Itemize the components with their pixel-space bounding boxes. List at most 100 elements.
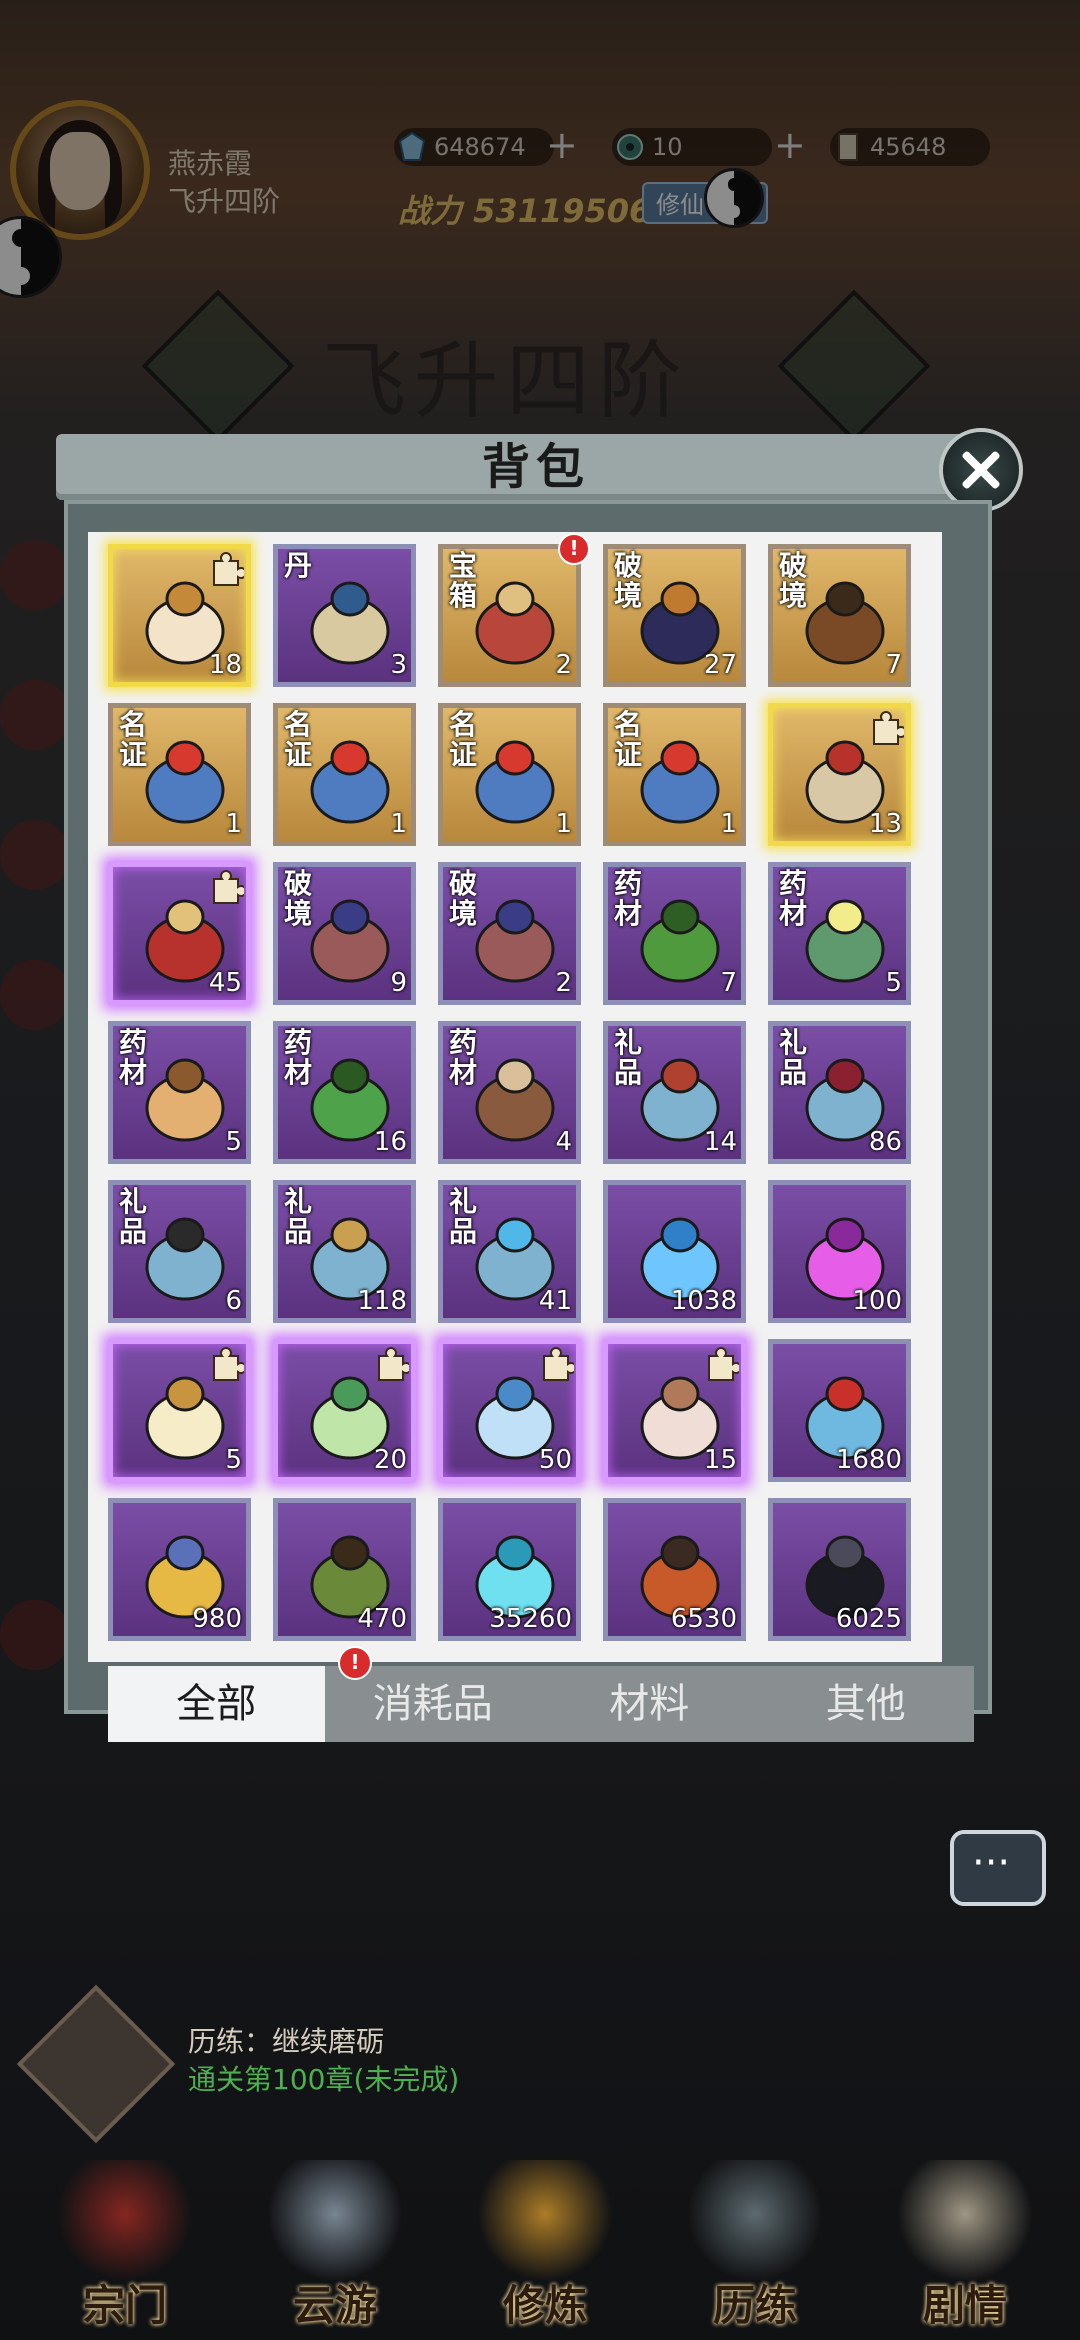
puzzle-piece-icon (708, 1347, 739, 1381)
mountain-travel-icon (265, 2160, 405, 2280)
item-type-tag: 礼品 (614, 1026, 643, 1089)
bag-item-slot[interactable]: 6530 (603, 1498, 746, 1641)
bag-item-slot[interactable]: 名证 1 (273, 703, 416, 846)
item-count: 27 (703, 650, 737, 680)
nav-item-4[interactable]: 剧情 (880, 2160, 1050, 2330)
bag-item-slot[interactable]: 药材 5 (768, 862, 911, 1005)
bag-modal: 背包 18 丹 3 宝箱 2! 破境 27 破境 7 名证 1 名证 1 名证 1 名证 1 13 45 破境 9 破境 2… (56, 428, 1023, 1814)
item-count: 980 (192, 1604, 242, 1634)
item-count: 14 (703, 1127, 737, 1157)
item-type-tag: 名证 (284, 708, 313, 771)
bag-item-slot[interactable]: 13 (768, 703, 911, 846)
item-type-tag: 名证 (449, 708, 478, 771)
nav-label: 历练 (712, 2281, 797, 2330)
item-count: 6530 (670, 1604, 737, 1634)
bag-item-slot[interactable]: 15 (603, 1339, 746, 1482)
item-count: 6 (225, 1286, 242, 1316)
tab-2[interactable]: 材料 (541, 1666, 758, 1742)
item-count: 2 (555, 968, 572, 998)
item-type-tag: 礼品 (779, 1026, 808, 1089)
bag-item-slot[interactable]: 破境 9 (273, 862, 416, 1005)
nav-item-1[interactable]: 云游 (250, 2160, 420, 2330)
category-tabs: 全部! 消耗品 材料 其他 (108, 1646, 975, 1742)
item-count: 20 (373, 1445, 407, 1475)
bag-item-slot[interactable]: 破境 27 (603, 544, 746, 687)
tab-3[interactable]: 其他 (758, 1666, 975, 1742)
bag-item-slot[interactable]: 18 (108, 544, 251, 687)
item-type-tag: 破境 (779, 549, 808, 612)
item-type-tag: 药材 (614, 867, 643, 930)
trial-scroll-icon (685, 2160, 825, 2280)
chat-button[interactable] (950, 1830, 1046, 1906)
item-count: 35260 (489, 1604, 572, 1634)
nav-label: 宗门 (82, 2281, 167, 2330)
nav-item-2[interactable]: 修炼 (460, 2160, 630, 2330)
bag-item-slot[interactable]: 药材 7 (603, 862, 746, 1005)
story-scroll-icon (895, 2160, 1035, 2280)
tab-0[interactable]: 全部 (108, 1666, 325, 1742)
item-count: 45 (208, 968, 242, 998)
item-type-tag: 名证 (119, 708, 148, 771)
bag-item-slot[interactable]: 礼品 86 (768, 1021, 911, 1164)
item-count: 1 (555, 809, 572, 839)
bag-item-slot[interactable]: 50 (438, 1339, 581, 1482)
quest-title: 历练：继续磨砺 (188, 2025, 385, 2058)
item-count: 18 (208, 650, 242, 680)
item-type-tag: 礼品 (449, 1185, 478, 1248)
bag-item-slot[interactable]: 药材 4 (438, 1021, 581, 1164)
bag-item-slot[interactable]: 35260 (438, 1498, 581, 1641)
item-count: 118 (357, 1286, 407, 1316)
bag-item-slot[interactable]: 破境 7 (768, 544, 911, 687)
item-count: 41 (538, 1286, 572, 1316)
bag-item-slot[interactable]: 980 (108, 1498, 251, 1641)
bag-item-slot[interactable]: 1038 (603, 1180, 746, 1323)
item-count: 16 (373, 1127, 407, 1157)
bag-item-slot[interactable]: 礼品 14 (603, 1021, 746, 1164)
item-type-tag: 药材 (119, 1026, 148, 1089)
notification-badge: ! (558, 533, 590, 565)
quest-subtitle: 通关第100章(未完成) (188, 2063, 460, 2096)
puzzle-piece-icon (543, 1347, 574, 1381)
bag-item-slot[interactable]: 名证 1 (438, 703, 581, 846)
bottom-nav: 宗门 云游 修炼 历练 剧情 (0, 2150, 1080, 2340)
bag-item-slot[interactable]: 470 (273, 1498, 416, 1641)
item-type-tag: 破境 (449, 867, 478, 930)
bag-item-slot[interactable]: 破境 2 (438, 862, 581, 1005)
bag-item-slot[interactable]: 丹3 (273, 544, 416, 687)
bag-item-slot[interactable]: 礼品 6 (108, 1180, 251, 1323)
nav-label: 剧情 (922, 2281, 1007, 2330)
bag-item-slot[interactable]: 45 (108, 862, 251, 1005)
bag-item-slot[interactable]: 礼品 41 (438, 1180, 581, 1323)
nav-item-3[interactable]: 历练 (670, 2160, 840, 2330)
bag-item-slot[interactable]: 礼品 118 (273, 1180, 416, 1323)
bag-item-slot[interactable]: 名证 1 (108, 703, 251, 846)
bag-item-slot[interactable]: 宝箱 2! (438, 533, 590, 687)
item-type-tag: 药材 (449, 1026, 478, 1089)
item-count: 9 (390, 968, 407, 998)
bag-item-slot[interactable]: 100 (768, 1180, 911, 1323)
quest-tracker[interactable]: 历练：继续磨砺 通关第100章(未完成) (16, 1984, 650, 2144)
bag-item-slot[interactable]: 1680 (768, 1339, 911, 1482)
bag-item-slot[interactable]: 20 (273, 1339, 416, 1482)
bag-item-slot[interactable]: 药材 16 (273, 1021, 416, 1164)
item-type-tag: 礼品 (284, 1185, 313, 1248)
bag-item-slot[interactable]: 5 (108, 1339, 251, 1482)
item-type-tag: 破境 (614, 549, 643, 612)
sect-pagoda-icon (55, 2160, 195, 2280)
item-count: 13 (868, 809, 902, 839)
bag-item-slot[interactable]: 6025 (768, 1498, 911, 1641)
nav-item-0[interactable]: 宗门 (40, 2160, 210, 2330)
item-count: 1 (390, 809, 407, 839)
item-count: 7 (885, 650, 902, 680)
puzzle-piece-icon (213, 870, 244, 904)
bag-item-slot[interactable]: 药材 5 (108, 1021, 251, 1164)
item-count: 15 (703, 1445, 737, 1475)
bag-item-slot[interactable]: 名证 1 (603, 703, 746, 846)
item-count: 2 (555, 650, 572, 680)
puzzle-piece-icon (213, 1347, 244, 1381)
puzzle-piece-icon (378, 1347, 409, 1381)
nav-label: 修炼 (502, 2281, 587, 2330)
item-count: 3 (390, 650, 407, 680)
item-grid: 18 丹 3 宝箱 2! 破境 27 破境 7 名证 1 名证 1 名证 1 名证 1 13 45 破境 9 破境 2 药材 7… (108, 533, 911, 1641)
item-count: 1680 (835, 1445, 902, 1475)
